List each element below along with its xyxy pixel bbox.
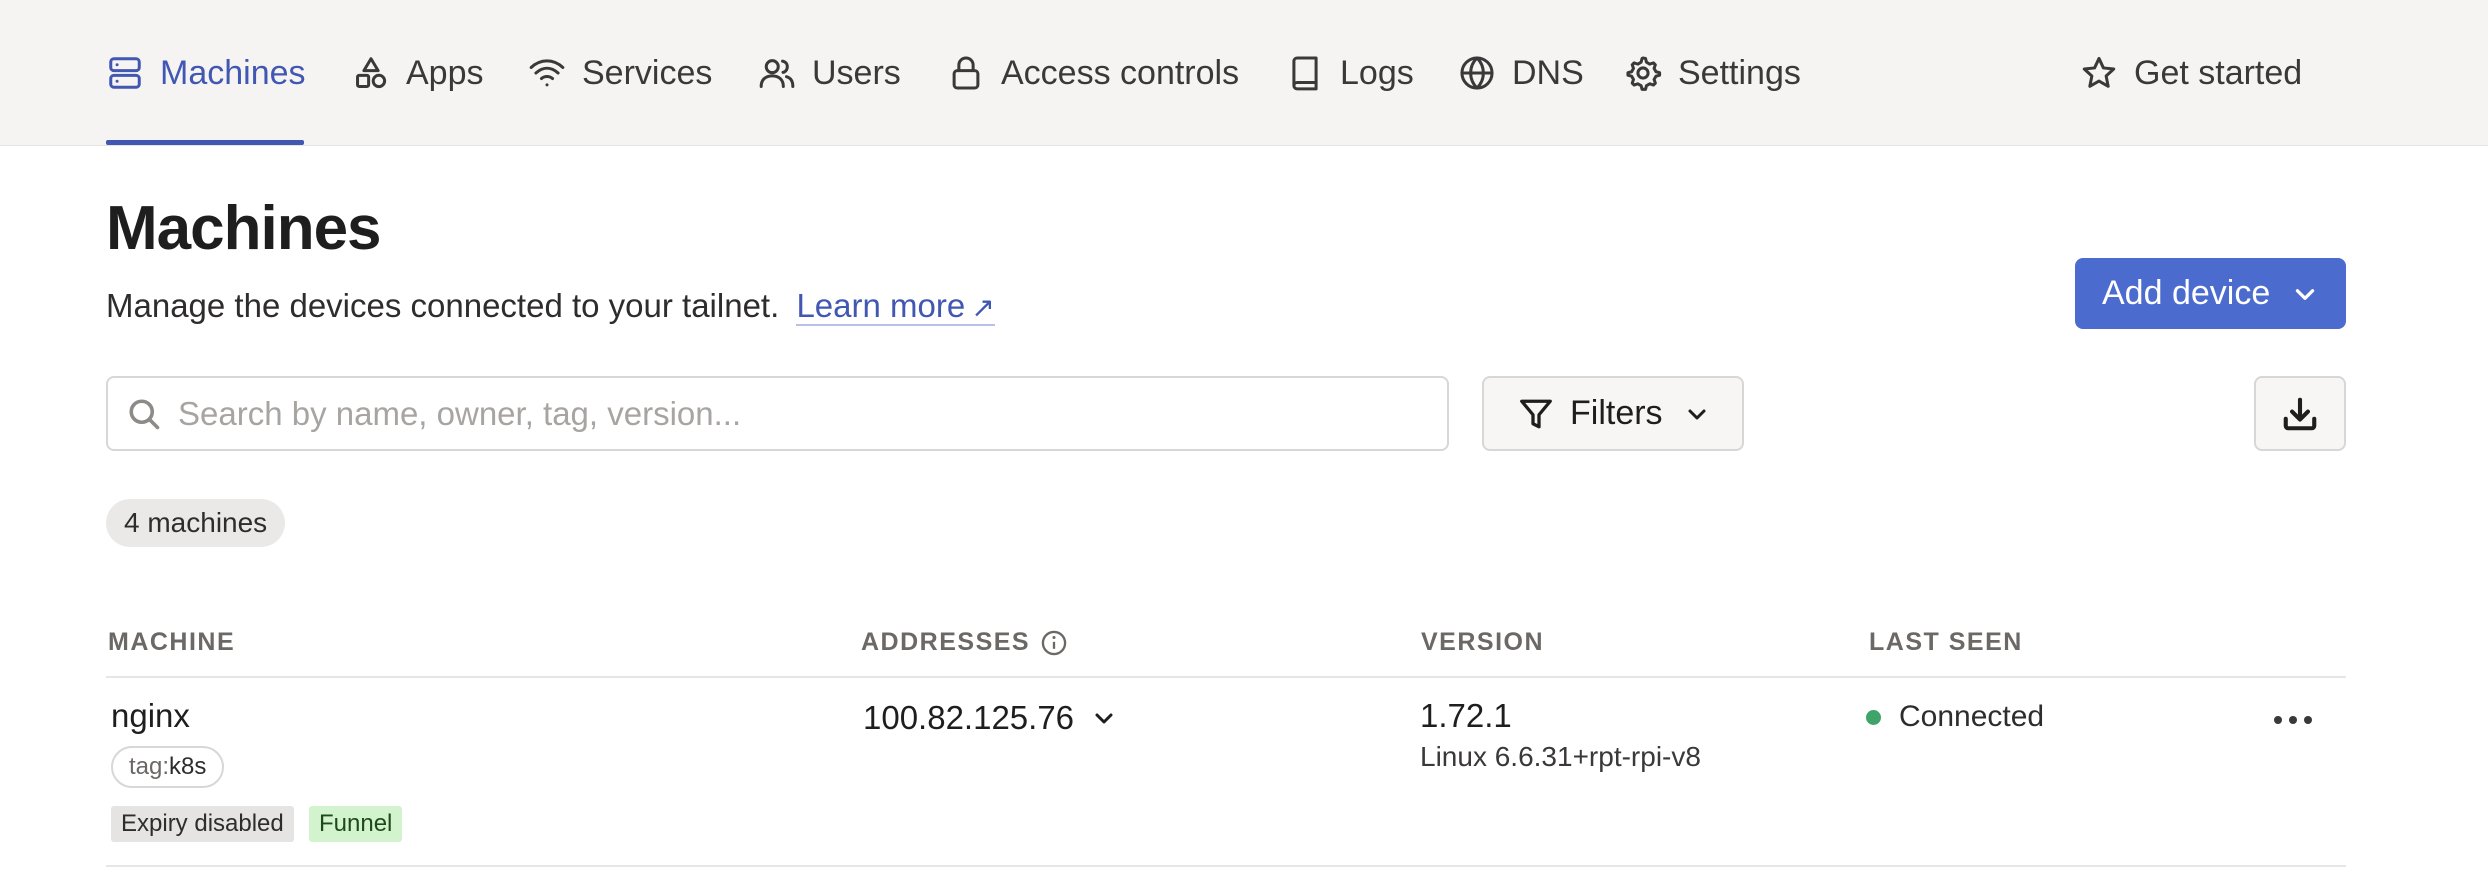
column-header-machine[interactable]: MACHINE xyxy=(108,628,235,657)
row-menu-button[interactable] xyxy=(2268,700,2318,740)
external-link-icon: ↗ xyxy=(971,292,995,323)
connected-dot-icon xyxy=(1866,709,1881,725)
globe-icon xyxy=(1460,56,1494,90)
search-input[interactable] xyxy=(178,394,1378,433)
address-value: 100.82.125.76 xyxy=(863,699,1075,736)
search-icon xyxy=(129,398,160,429)
chevron-down-icon xyxy=(2296,288,2315,300)
tab-dns-label: DNS xyxy=(1512,53,1584,92)
export-button[interactable] xyxy=(2254,376,2346,451)
status-indicator: Connected xyxy=(1866,700,2044,734)
page-description-text: Manage the devices connected to your tai… xyxy=(106,287,780,324)
tab-logs-label: Logs xyxy=(1340,53,1414,92)
page-title: Machines xyxy=(106,194,382,263)
wifi-icon xyxy=(529,59,565,87)
tab-services-label: Services xyxy=(582,53,713,92)
status-label: Connected xyxy=(1899,700,2045,733)
address-dropdown[interactable]: 100.82.125.76 xyxy=(863,699,1116,737)
lock-icon xyxy=(952,56,980,90)
table-row-divider xyxy=(106,865,2346,867)
learn-more-link[interactable]: Learn more ↗ xyxy=(796,287,995,326)
get-started-label: Get started xyxy=(2134,53,2303,92)
tag-value: k8s xyxy=(169,753,207,780)
tab-dns[interactable]: DNS xyxy=(1458,0,1584,146)
tab-settings[interactable]: Settings xyxy=(1624,0,1801,146)
top-nav: Machines Apps Services Users Access cont… xyxy=(0,0,2488,146)
tab-apps[interactable]: Apps xyxy=(352,0,484,146)
tab-logs[interactable]: Logs xyxy=(1286,0,1414,146)
chevron-down-icon xyxy=(1688,409,1706,419)
page-description: Manage the devices connected to your tai… xyxy=(106,287,995,326)
machine-count-badge: 4 machines xyxy=(106,499,286,547)
download-icon xyxy=(2283,397,2317,430)
tab-machines-label: Machines xyxy=(160,53,306,92)
machine-name-link[interactable]: nginx xyxy=(111,697,190,735)
tab-users-label: Users xyxy=(812,53,901,92)
version-value: 1.72.1 xyxy=(1420,697,1512,734)
tab-access-controls[interactable]: Access controls xyxy=(947,0,1239,146)
more-dot-icon xyxy=(2289,716,2297,724)
search-box xyxy=(106,376,1449,451)
active-tab-indicator xyxy=(106,140,304,145)
server-icon xyxy=(109,57,141,89)
tab-access-controls-label: Access controls xyxy=(1001,53,1240,92)
tab-apps-label: Apps xyxy=(406,53,484,92)
column-header-addresses[interactable]: ADDRESSES xyxy=(861,628,1068,657)
filter-icon xyxy=(1520,399,1552,428)
column-header-machine-label: MACHINE xyxy=(108,628,236,656)
info-icon[interactable] xyxy=(1040,629,1068,657)
tab-users[interactable]: Users xyxy=(758,0,901,146)
add-device-label: Add device xyxy=(2102,274,2271,312)
funnel-badge: Funnel xyxy=(309,806,403,842)
filters-label: Filters xyxy=(1570,394,1663,432)
column-header-addresses-label: ADDRESSES xyxy=(861,628,1031,656)
more-dot-icon xyxy=(2304,716,2312,724)
os-value: Linux 6.6.31+rpt-rpi-v8 xyxy=(1420,741,1701,772)
learn-more-label: Learn more xyxy=(796,287,966,324)
tab-settings-label: Settings xyxy=(1678,53,1801,92)
gear-icon xyxy=(1626,56,1662,91)
expiry-disabled-badge: Expiry disabled xyxy=(111,806,294,842)
column-header-last-seen[interactable]: LAST SEEN xyxy=(1869,628,2023,657)
add-device-button[interactable]: Add device xyxy=(2075,258,2346,329)
column-header-version-label: VERSION xyxy=(1421,628,1545,656)
star-icon xyxy=(2082,56,2116,88)
tab-services[interactable]: Services xyxy=(528,0,712,146)
get-started-link[interactable]: Get started xyxy=(2080,0,2302,146)
tab-machines[interactable]: Machines xyxy=(106,0,306,146)
users-icon xyxy=(759,59,795,88)
book-icon xyxy=(1292,56,1318,91)
more-dot-icon xyxy=(2274,716,2282,724)
column-header-last-seen-label: LAST SEEN xyxy=(1869,628,2023,656)
table-header-divider xyxy=(106,676,2346,678)
column-header-version[interactable]: VERSION xyxy=(1421,628,1544,657)
tag-prefix: tag: xyxy=(129,753,170,780)
filters-button[interactable]: Filters xyxy=(1482,376,1744,451)
chevron-down-icon xyxy=(1095,713,1113,724)
tag-pill: tag: k8s xyxy=(111,746,225,788)
apps-icon xyxy=(356,57,387,89)
